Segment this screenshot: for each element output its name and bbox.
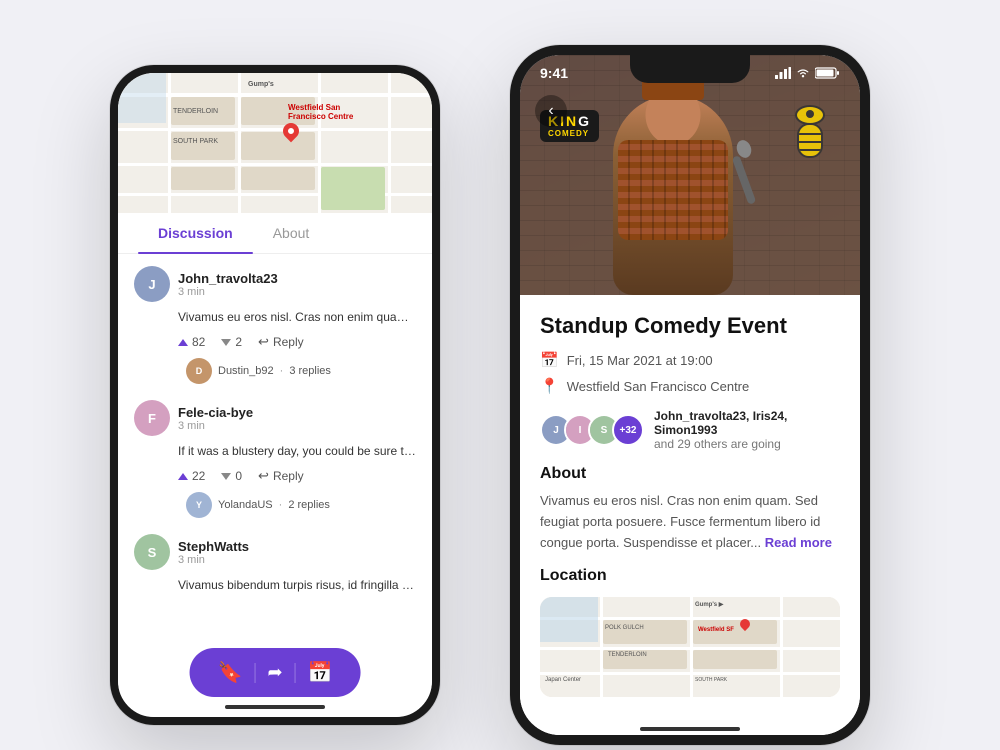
divider-2: [295, 663, 296, 683]
signal-icon: [775, 67, 791, 79]
home-indicator-front: [640, 727, 740, 731]
add-event-icon[interactable]: 📅: [308, 660, 333, 685]
notch: [630, 55, 750, 83]
location-map[interactable]: POLK GULCH TENDERLOIN Gump's ▶ Westfield…: [540, 597, 840, 697]
phone-front: 9:41: [510, 45, 870, 745]
share-icon[interactable]: ➦: [267, 662, 282, 683]
location-icon: 📍: [540, 377, 559, 395]
event-date-row: 📅 Fri, 15 Mar 2021 at 19:00: [540, 351, 840, 369]
status-icons: [775, 67, 840, 79]
downvote-btn-1[interactable]: 2: [221, 335, 242, 349]
location-section-title: Location: [540, 567, 840, 585]
calendar-icon: 📅: [540, 351, 559, 369]
back-button[interactable]: ‹: [535, 95, 567, 127]
comment-item-2: F Fele-cia-bye 3 min If it was a bluster…: [134, 400, 416, 518]
attendees-avatars: J I S +32: [540, 414, 644, 446]
upvote-btn-1[interactable]: 82: [178, 335, 205, 349]
performer: [593, 85, 753, 295]
reply-thread-1: D Dustin_b92 · 3 replies: [186, 358, 416, 384]
read-more-link[interactable]: Read more: [765, 535, 832, 550]
comment-item-3: S StephWatts 3 min Vivamus bibendum turp…: [134, 534, 416, 594]
upvote-btn-2[interactable]: 22: [178, 469, 205, 483]
comments-area: J John_travolta23 3 min Vivamus eu eros …: [118, 254, 432, 622]
comment-time-2: 3 min: [178, 420, 253, 432]
event-title: Standup Comedy Event: [540, 313, 840, 339]
phone-back: TENDERLOIN Gump's SOUTH PARK Westfield S…: [110, 65, 440, 725]
comment-actions-1: 82 2 ↩ Reply: [178, 334, 416, 350]
event-date: Fri, 15 Mar 2021 at 19:00: [567, 353, 713, 368]
tab-bar: Discussion About: [118, 213, 432, 254]
comment-time-3: 3 min: [178, 554, 249, 566]
comment-header-2: F Fele-cia-bye 3 min: [134, 400, 416, 436]
comment-text-3: Vivamus bibendum turpis risus, id fringi…: [178, 576, 416, 594]
attendee-count-bubble: +32: [612, 414, 644, 446]
comment-item: J John_travolta23 3 min Vivamus eu eros …: [134, 266, 416, 384]
bee-mascot: [780, 105, 840, 185]
comment-time-1: 3 min: [178, 286, 278, 298]
reply-thread-2: Y YolandaUS · 2 replies: [186, 492, 416, 518]
attendees-row: J I S +32 John_travolta23, Iris24: [540, 409, 840, 451]
comment-username-1: John_travolta23: [178, 271, 278, 286]
comment-text-2: If it was a blustery day, you could be s…: [178, 442, 416, 460]
downvote-icon-2: [221, 473, 231, 480]
downvote-icon-1: [221, 339, 231, 346]
event-location: Westfield San Francisco Centre: [567, 379, 750, 394]
bookmark-icon[interactable]: 🔖: [218, 660, 243, 685]
phones-container: TENDERLOIN Gump's SOUTH PARK Westfield S…: [110, 25, 890, 725]
event-content: Standup Comedy Event 📅 Fri, 15 Mar 2021 …: [520, 295, 860, 735]
comment-header-1: J John_travolta23 3 min: [134, 266, 416, 302]
attendee-names: John_travolta23, Iris24, Simon1993: [654, 409, 840, 437]
reply-avatar-yolanda: Y: [186, 492, 212, 518]
attendee-suffix: and 29 others are going: [654, 437, 840, 451]
comment-text-1: Vivamus eu eros nisl. Cras non enim quam…: [178, 308, 416, 326]
bottom-action-bar: 🔖 ➦ 📅: [190, 648, 361, 697]
tab-about[interactable]: About: [253, 213, 330, 253]
event-location-row: 📍 Westfield San Francisco Centre: [540, 377, 840, 395]
reply-icon-2: ↩: [258, 468, 269, 484]
battery-icon: [815, 67, 840, 79]
event-image: KING COMEDY: [520, 55, 860, 295]
about-section-title: About: [540, 465, 840, 483]
status-time: 9:41: [540, 65, 568, 81]
map-area: TENDERLOIN Gump's SOUTH PARK Westfield S…: [118, 73, 432, 213]
tab-discussion[interactable]: Discussion: [138, 213, 253, 253]
avatar-john: J: [134, 266, 170, 302]
avatar-steph: S: [134, 534, 170, 570]
comment-actions-2: 22 0 ↩ Reply: [178, 468, 416, 484]
divider-1: [254, 663, 255, 683]
reply-avatar-dustin: D: [186, 358, 212, 384]
home-indicator-back: [225, 705, 325, 709]
comment-header-3: S StephWatts 3 min: [134, 534, 416, 570]
reply-btn-1[interactable]: ↩ Reply: [258, 334, 304, 350]
reply-btn-2[interactable]: ↩ Reply: [258, 468, 304, 484]
upvote-icon-1: [178, 339, 188, 346]
reply-icon-1: ↩: [258, 334, 269, 350]
comment-username-2: Fele-cia-bye: [178, 405, 253, 420]
comment-username-3: StephWatts: [178, 539, 249, 554]
about-text: Vivamus eu eros nisl. Cras non enim quam…: [540, 491, 840, 553]
avatar-fele: F: [134, 400, 170, 436]
downvote-btn-2[interactable]: 0: [221, 469, 242, 483]
wifi-icon: [795, 67, 811, 79]
upvote-icon-2: [178, 473, 188, 480]
